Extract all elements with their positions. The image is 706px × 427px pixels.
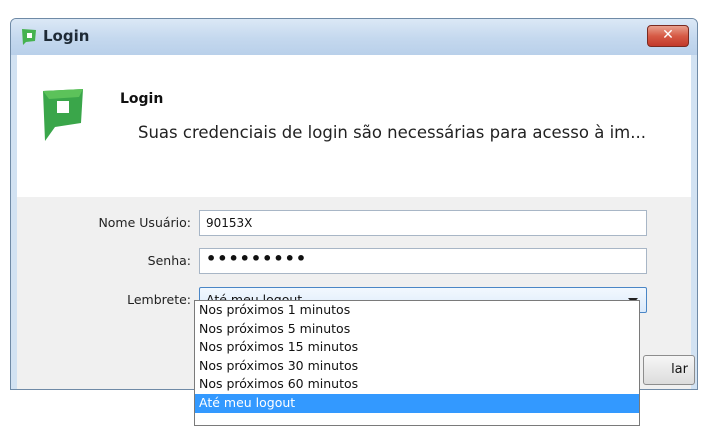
window-title: Login	[43, 27, 90, 45]
reminder-label: Lembrete:	[127, 292, 191, 307]
password-label: Senha:	[147, 253, 191, 268]
close-icon: ✕	[662, 27, 674, 43]
title-bar[interactable]: Login ✕	[11, 19, 697, 55]
username-field[interactable]: 90153X	[199, 210, 647, 236]
cancel-button[interactable]: lar	[643, 355, 695, 385]
dropdown-option[interactable]: Nos próximos 60 minutos	[195, 375, 639, 394]
header-banner: Login Suas credenciais de login são nece…	[17, 55, 691, 197]
dropdown-option[interactable]: Nos próximos 30 minutos	[195, 357, 639, 376]
dropdown-option-selected[interactable]: Até meu logout	[195, 393, 639, 413]
close-button[interactable]: ✕	[647, 25, 689, 47]
banner-subtitle: Suas credenciais de login são necessária…	[138, 123, 646, 142]
app-logo-icon	[22, 29, 36, 45]
password-field[interactable]: •••••••••	[199, 248, 647, 274]
banner-title: Login	[120, 91, 164, 107]
dropdown-option[interactable]: Nos próximos 1 minutos	[195, 301, 639, 320]
app-logo-icon	[43, 89, 83, 141]
dropdown-option[interactable]: Nos próximos 15 minutos	[195, 338, 639, 357]
dropdown-option[interactable]: Nos próximos 5 minutos	[195, 320, 639, 339]
username-label: Nome Usuário:	[98, 215, 191, 230]
reminder-dropdown-list: Nos próximos 1 minutos Nos próximos 5 mi…	[194, 300, 640, 426]
